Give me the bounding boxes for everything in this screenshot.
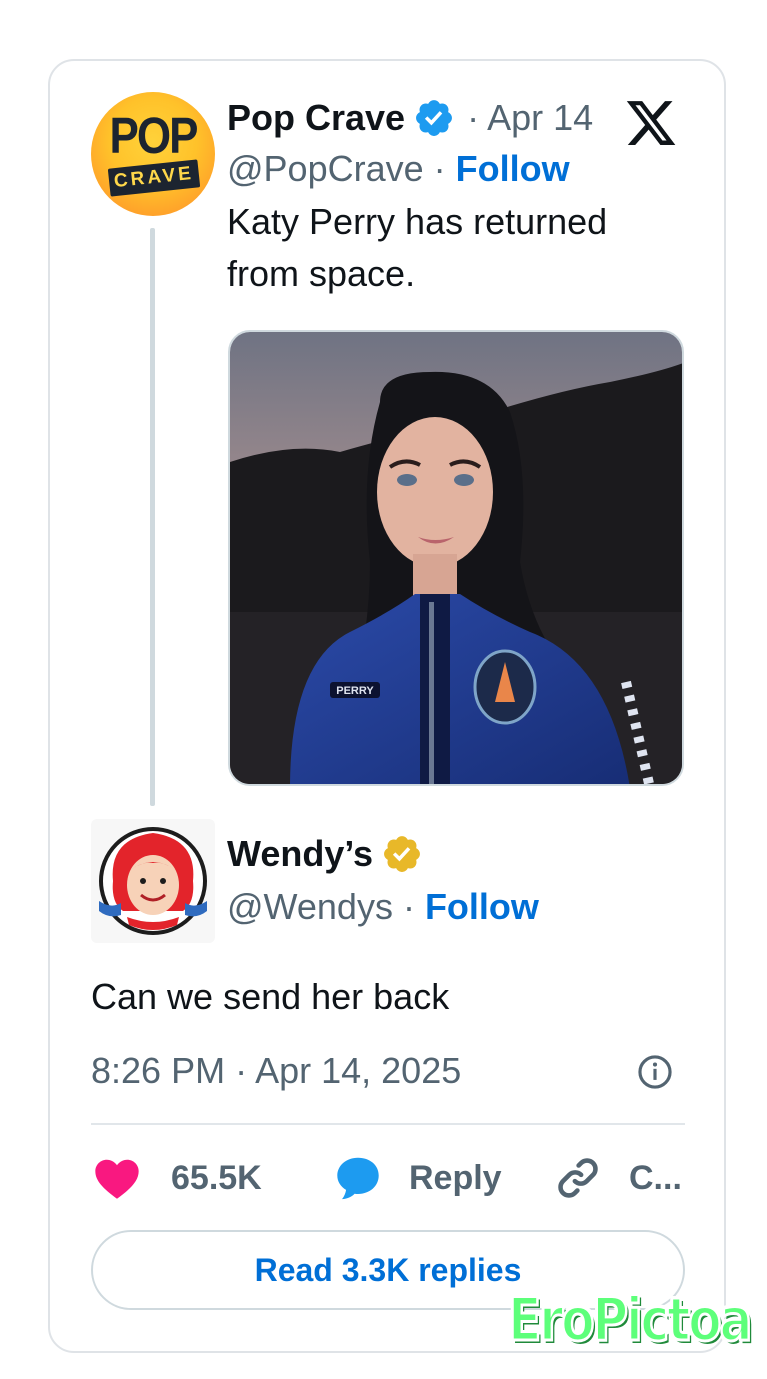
page: POP CRAVE Pop Crave · Apr 14 @PopCrave ·… <box>0 0 767 1379</box>
reply-author-name[interactable]: Wendy’s <box>227 833 373 875</box>
divider <box>91 1123 685 1125</box>
handle-row: @PopCrave · Follow <box>227 148 570 190</box>
copy-label: C... <box>629 1158 682 1197</box>
photo-illustration: PERRY <box>230 332 682 784</box>
reply-handle-separator: · <box>392 886 425 927</box>
heart-icon <box>95 1159 139 1199</box>
like-button[interactable]: 65.5K <box>91 1148 262 1208</box>
reply-follow-button[interactable]: Follow <box>425 886 539 927</box>
handle-separator: · <box>423 148 456 189</box>
link-icon <box>558 1158 598 1198</box>
wendys-avatar[interactable] <box>91 819 215 943</box>
info-icon[interactable] <box>636 1053 674 1091</box>
author-name[interactable]: Pop Crave <box>227 97 405 139</box>
tweet-text: Katy Perry has returned from space. <box>227 201 608 294</box>
copy-link-button[interactable]: C... <box>553 1148 682 1208</box>
verified-badge-icon <box>416 100 453 136</box>
reply-handle-row: @Wendys · Follow <box>227 886 539 928</box>
reply-author-handle[interactable]: @Wendys <box>227 886 393 927</box>
popcrave-avatar[interactable]: POP CRAVE <box>91 92 215 216</box>
author-handle[interactable]: @PopCrave <box>227 148 424 189</box>
thread-line <box>150 228 155 806</box>
tweet-date[interactable]: · Apr 14 <box>467 97 593 139</box>
reply-timestamp[interactable]: 8:26 PM · Apr 14, 2025 <box>91 1050 461 1092</box>
tweet-media-photo[interactable]: PERRY <box>228 330 684 786</box>
reply-header: Wendy’s <box>227 832 423 876</box>
reply-button[interactable]: Reply <box>331 1148 502 1208</box>
suit-name-patch: PERRY <box>336 685 374 697</box>
reply-label: Reply <box>409 1158 502 1197</box>
wendys-logo-icon <box>99 827 207 935</box>
tweet-header: Pop Crave · Apr 14 <box>227 96 593 140</box>
reply-bubble-icon <box>337 1157 379 1200</box>
x-logo-icon[interactable] <box>622 96 680 150</box>
action-bar: 65.5K Reply C... <box>91 1148 691 1208</box>
avatar-pop-text: POP <box>109 108 199 165</box>
follow-button[interactable]: Follow <box>456 148 570 189</box>
gold-verified-badge-icon <box>384 836 420 872</box>
reply-text: Can we send her back <box>91 976 450 1017</box>
watermark-logo: EroPictoa <box>507 1284 754 1357</box>
like-count: 65.5K <box>171 1158 262 1197</box>
